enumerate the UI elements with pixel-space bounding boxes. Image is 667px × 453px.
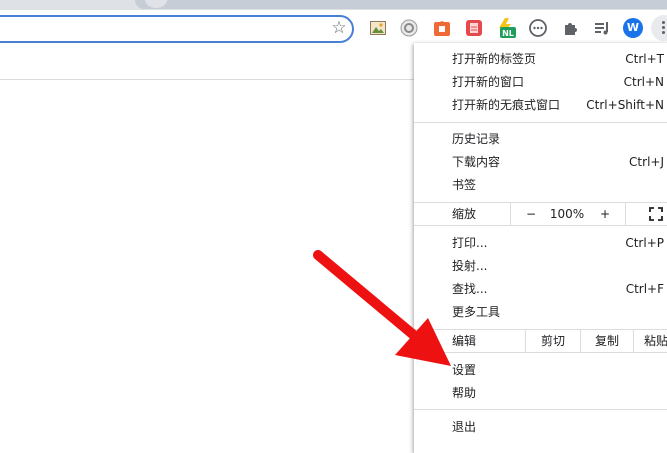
menu-item-shortcut: Ctrl+F xyxy=(625,282,664,296)
menu-item-label: 历史记录 xyxy=(452,132,501,146)
zoom-value: 100% xyxy=(549,207,585,221)
menu-item-help[interactable]: 帮助 xyxy=(414,382,667,404)
menu-item-shortcut: Ctrl+N xyxy=(623,75,664,89)
menu-item-label: 打印... xyxy=(452,236,488,250)
menu-item-label: 投射... xyxy=(452,259,488,273)
edit-row: 编辑 剪切 复制 粘贴 xyxy=(414,329,667,353)
menu-item-print[interactable]: 打印... Ctrl+P xyxy=(414,232,667,254)
zoom-row: 缩放 − 100% + xyxy=(414,202,667,226)
menu-item-new-window[interactable]: 打开新的窗口 Ctrl+N xyxy=(414,71,667,93)
image-extension-icon[interactable] xyxy=(368,18,388,38)
zoom-out-button[interactable]: − xyxy=(518,203,544,225)
menu-item-history[interactable]: 历史记录 xyxy=(414,128,667,150)
copy-button[interactable]: 复制 xyxy=(581,330,633,352)
nl-badge: NL xyxy=(502,29,514,38)
menu-item-new-tab[interactable]: 打开新的标签页 Ctrl+T xyxy=(414,48,667,70)
menu-item-label: 帮助 xyxy=(452,386,477,400)
menu-item-bookmarks[interactable]: 书签 xyxy=(414,174,667,196)
menu-item-more-tools[interactable]: 更多工具 xyxy=(414,301,667,323)
menu-item-shortcut: Ctrl+Shift+N xyxy=(586,98,664,112)
puzzle-icon[interactable] xyxy=(561,18,581,38)
menu-separator xyxy=(414,122,667,123)
menu-item-cast[interactable]: 投射... xyxy=(414,255,667,277)
menu-item-shortcut: Ctrl+J xyxy=(629,155,664,169)
fullscreen-icon[interactable] xyxy=(636,203,667,225)
menu-item-exit[interactable]: 退出 xyxy=(414,416,667,438)
paste-button[interactable]: 粘贴 xyxy=(644,330,667,352)
menu-item-downloads[interactable]: 下载内容 Ctrl+J xyxy=(414,151,667,173)
star-icon[interactable]: ☆ xyxy=(329,18,349,38)
menu-item-label: 下载内容 xyxy=(452,155,501,169)
menu-item-find[interactable]: 查找... Ctrl+F xyxy=(414,278,667,300)
menu-item-label: 更多工具 xyxy=(452,305,501,319)
menu-item-label: 打开新的窗口 xyxy=(452,75,525,89)
zoom-divider xyxy=(510,203,511,225)
red-extension-icon[interactable] xyxy=(464,18,484,38)
menu-item-settings[interactable]: 设置 xyxy=(414,359,667,381)
active-tab[interactable] xyxy=(135,0,667,9)
menu-item-label: 退出 xyxy=(452,420,477,434)
menu-item-shortcut: Ctrl+T xyxy=(625,52,664,66)
avatar[interactable]: W xyxy=(623,18,643,38)
zoom-divider xyxy=(625,203,626,225)
chat-extension-icon[interactable] xyxy=(528,18,548,38)
gear-extension-icon[interactable] xyxy=(399,18,419,38)
zoom-label: 缩放 xyxy=(452,207,477,221)
tab-strip xyxy=(0,0,667,10)
shop-extension-icon[interactable] xyxy=(432,18,452,38)
media-icon[interactable] xyxy=(592,18,612,38)
zoom-in-button[interactable]: + xyxy=(592,203,618,225)
menu-item-label: 书签 xyxy=(452,178,477,192)
cut-button[interactable]: 剪切 xyxy=(526,330,580,352)
menu-item-label: 查找... xyxy=(452,282,488,296)
edit-divider xyxy=(633,330,634,352)
menu-item-new-incognito[interactable]: 打开新的无痕式窗口 Ctrl+Shift+N xyxy=(414,94,667,116)
menu-item-shortcut: Ctrl+P xyxy=(625,236,664,250)
menu-item-label: 打开新的无痕式窗口 xyxy=(452,98,561,112)
chrome-menu: 打开新的标签页 Ctrl+T 打开新的窗口 Ctrl+N 打开新的无痕式窗口 C… xyxy=(414,43,667,453)
edit-label: 编辑 xyxy=(452,334,477,348)
menu-item-label: 设置 xyxy=(452,363,477,377)
menu-item-label: 打开新的标签页 xyxy=(452,52,537,66)
toolbar-divider xyxy=(0,79,414,80)
menu-separator xyxy=(414,409,667,410)
address-bar[interactable] xyxy=(0,15,354,43)
nl-extension-icon[interactable]: NL xyxy=(496,18,516,38)
